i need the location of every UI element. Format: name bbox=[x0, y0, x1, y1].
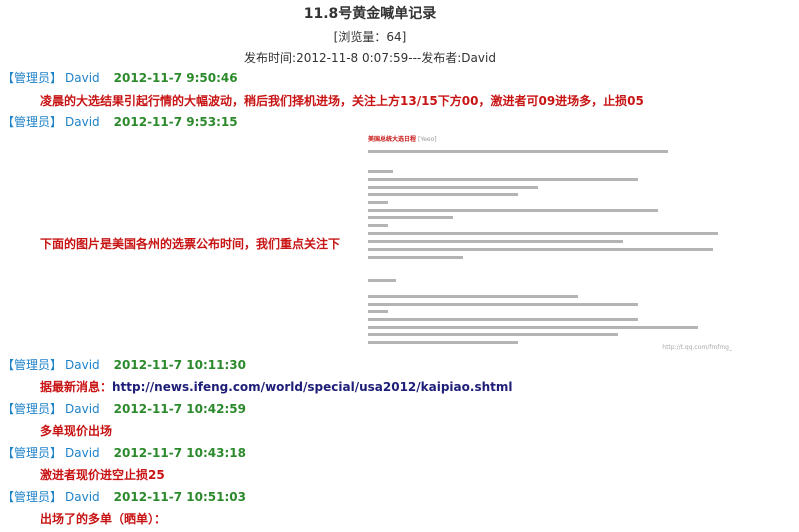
doc-image-title: 美国总统大选日程 [Yeeo] bbox=[368, 136, 437, 143]
view-count: [浏览量：64] bbox=[333, 30, 407, 44]
post-message: 多单现价出场 bbox=[40, 424, 113, 438]
news-link[interactable]: http://news.ifeng.com/world/special/usa2… bbox=[112, 380, 512, 394]
post-header: 【管理员】 David 2012-11-7 9:53:15 bbox=[2, 114, 238, 130]
post-header: 【管理员】 David 2012-11-7 10:51:03 bbox=[2, 489, 246, 505]
post-message: 下面的图片是美国各州的选票公布时间，我们重点关注下 bbox=[40, 237, 341, 251]
post-time: 2012-11-7 9:53:15 bbox=[113, 115, 238, 129]
post-message: 凌晨的大选结果引起行情的大幅波动，稍后我们择机进场，关注上方13/15下方00，… bbox=[40, 94, 644, 108]
role-label: 【管理员】 bbox=[2, 115, 63, 129]
role-label: 【管理员】 bbox=[2, 446, 63, 460]
post-message: 据最新消息：http://news.ifeng.com/world/specia… bbox=[40, 380, 513, 394]
post-message: 出场了的多单（晒单）： bbox=[40, 512, 167, 526]
author-link[interactable]: David bbox=[65, 446, 100, 460]
post-time: 2012-11-7 9:50:46 bbox=[113, 71, 238, 85]
author-link[interactable]: David bbox=[65, 71, 100, 85]
post-header: 【管理员】 David 2012-11-7 10:43:18 bbox=[2, 445, 246, 461]
post-time: 2012-11-7 10:43:18 bbox=[113, 446, 246, 460]
publish-info: 发布时间:2012-11-8 0:07:59---发布者:David bbox=[244, 51, 496, 65]
post-header: 【管理员】 David 2012-11-7 10:11:30 bbox=[2, 357, 246, 373]
author-link[interactable]: David bbox=[65, 358, 100, 372]
post-header: 【管理员】 David 2012-11-7 9:50:46 bbox=[2, 70, 238, 86]
post-message: 激进者现价进空止损25 bbox=[40, 468, 165, 482]
post-header: 【管理员】 David 2012-11-7 10:42:59 bbox=[2, 401, 246, 417]
role-label: 【管理员】 bbox=[2, 490, 63, 504]
role-label: 【管理员】 bbox=[2, 402, 63, 416]
author-link[interactable]: David bbox=[65, 115, 100, 129]
post-time: 2012-11-7 10:51:03 bbox=[113, 490, 246, 504]
author-link[interactable]: David bbox=[65, 402, 100, 416]
post-time: 2012-11-7 10:42:59 bbox=[113, 402, 246, 416]
role-label: 【管理员】 bbox=[2, 358, 63, 372]
role-label: 【管理员】 bbox=[2, 71, 63, 85]
post-time: 2012-11-7 10:11:30 bbox=[113, 358, 246, 372]
election-schedule-image: 美国总统大选日程 [Yeeo] http://t.qq.com/fmfmg_ bbox=[363, 130, 738, 355]
author-link[interactable]: David bbox=[65, 490, 100, 504]
page-title: 11.8号黄金喊单记录 bbox=[303, 6, 437, 22]
doc-image-watermark: http://t.qq.com/fmfmg_ bbox=[662, 344, 732, 351]
